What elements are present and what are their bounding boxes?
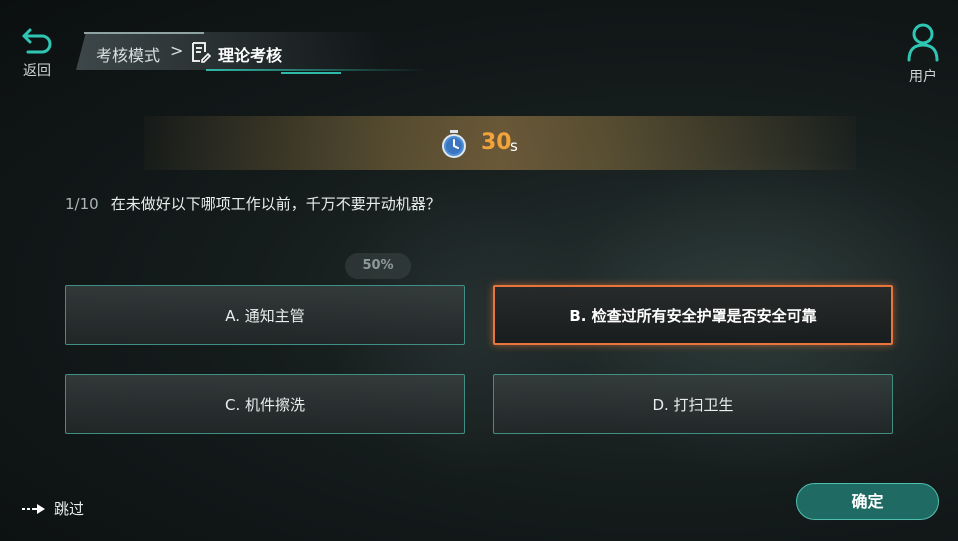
breadcrumb-underline xyxy=(206,69,426,71)
breadcrumb-underline-accent xyxy=(281,72,341,74)
breadcrumb-mode[interactable]: 考核模式 xyxy=(96,42,160,66)
skip-button[interactable]: 跳过 xyxy=(22,498,84,519)
option-d[interactable]: D. 打扫卫生 xyxy=(493,374,893,434)
user-label: 用户 xyxy=(909,69,937,85)
timer-bar: 30 s xyxy=(144,116,856,170)
breadcrumb-current: 理论考核 xyxy=(218,46,283,65)
question-index: 1/10 xyxy=(65,195,99,213)
skip-label: 跳过 xyxy=(54,500,85,518)
timer-value: 30 xyxy=(481,130,512,155)
undo-arrow-icon xyxy=(22,28,52,54)
percent-badge: 50% xyxy=(345,253,411,279)
option-c[interactable]: C. 机件擦洗 xyxy=(65,374,465,434)
option-b[interactable]: B. 检查过所有安全护罩是否安全可靠 xyxy=(493,285,893,345)
timer-unit: s xyxy=(510,137,518,155)
confirm-button[interactable]: 确定 xyxy=(796,483,939,520)
document-edit-icon xyxy=(192,42,211,63)
back-button[interactable]: 返回 xyxy=(14,26,60,80)
stopwatch-icon xyxy=(442,130,466,158)
dashed-arrow-icon xyxy=(22,503,45,514)
question-text: 在未做好以下哪项工作以前，千万不要开动机器？ xyxy=(110,195,441,213)
user-button[interactable]: 用户 xyxy=(900,22,946,86)
option-a[interactable]: A. 通知主管 xyxy=(65,285,465,345)
breadcrumb-separator: > xyxy=(170,41,184,60)
user-icon xyxy=(907,23,939,62)
back-label: 返回 xyxy=(23,63,51,79)
question: 1/10 在未做好以下哪项工作以前，千万不要开动机器？ xyxy=(65,193,441,214)
breadcrumb: 考核模式 > 理论考核 xyxy=(76,32,426,74)
breadcrumb-top-line xyxy=(84,32,204,34)
